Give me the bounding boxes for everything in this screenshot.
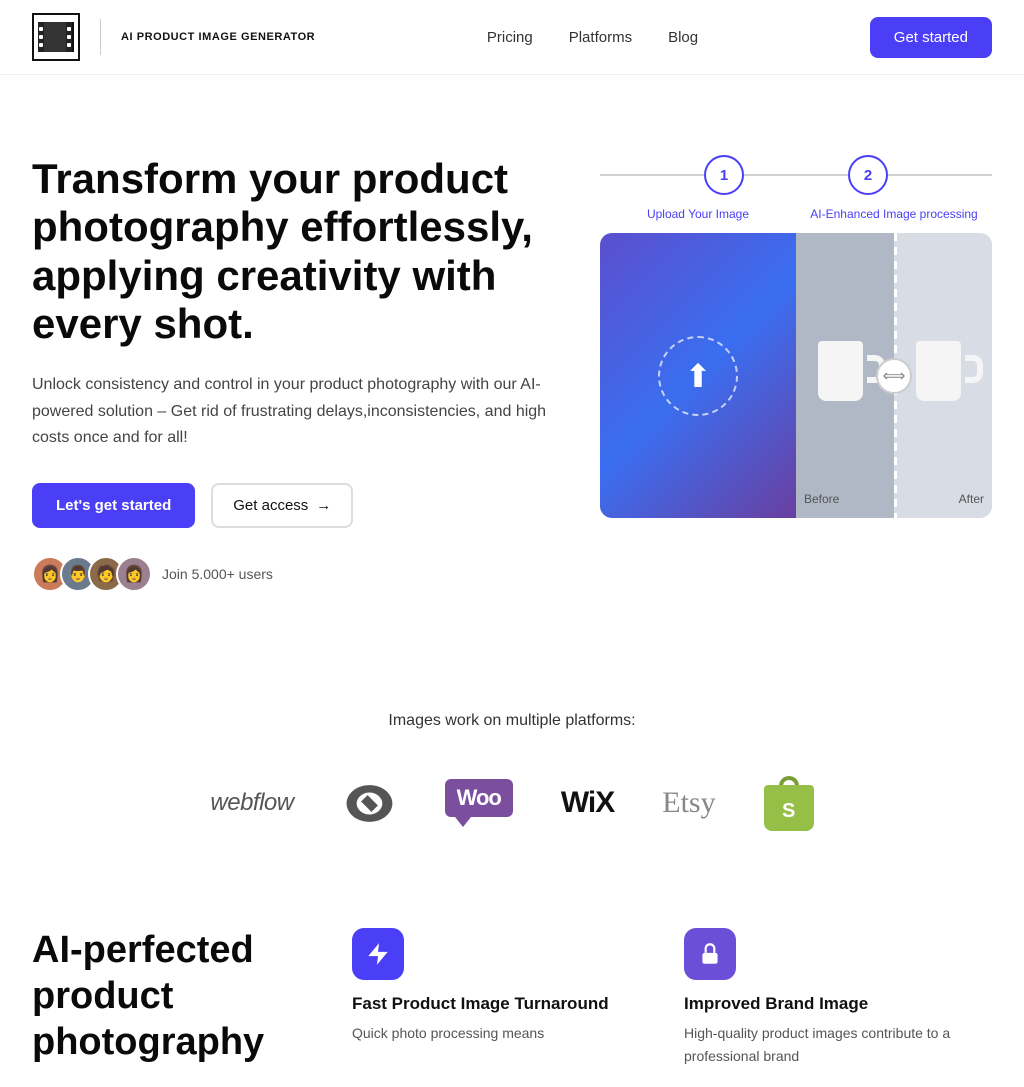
etsy-logo: Etsy — [662, 778, 715, 828]
hero-buttons: Let's get started Get access → — [32, 483, 560, 528]
demo-container: 1 2 Upload Your Image AI-Enhanced Image … — [600, 155, 992, 518]
mug-handle-after — [965, 355, 983, 383]
result-panel: Before ⟺ After — [796, 233, 992, 518]
etsy-text: Etsy — [662, 786, 715, 820]
mug-after — [916, 341, 971, 411]
features-left: AI-perfected product photography — [32, 928, 320, 1065]
nav-divider — [100, 19, 101, 55]
hero-demo: 1 2 Upload Your Image AI-Enhanced Image … — [600, 155, 992, 518]
lock-icon — [697, 941, 723, 967]
navbar: AI PRODUCT IMAGE GENERATOR Pricing Platf… — [0, 0, 1024, 75]
step-labels: Upload Your Image AI-Enhanced Image proc… — [600, 207, 992, 221]
logo-icon — [32, 13, 80, 61]
lightning-icon — [365, 941, 391, 967]
platforms-section: Images work on multiple platforms: webfl… — [0, 652, 1024, 868]
demo-panels: ⬆ Before ⟺ — [600, 233, 992, 518]
step-2-label: AI-Enhanced Image processing — [796, 207, 992, 221]
feature-1-title: Fast Product Image Turnaround — [352, 994, 660, 1014]
feature-2-title: Improved Brand Image — [684, 994, 992, 1014]
lets-get-started-button[interactable]: Let's get started — [32, 483, 195, 528]
hero-section: Transform your product photography effor… — [0, 75, 1024, 652]
shopify-s: S — [782, 800, 795, 823]
brand-name: AI PRODUCT IMAGE GENERATOR — [121, 31, 315, 43]
feature-2-desc: High-quality product images contribute t… — [684, 1022, 992, 1067]
get-access-label: Get access — [233, 497, 308, 514]
hero-description: Unlock consistency and control in your p… — [32, 372, 560, 451]
mug-body-after — [916, 341, 961, 401]
nav-blog[interactable]: Blog — [668, 29, 698, 46]
webflow-logo: webflow — [210, 778, 293, 828]
webflow-text: webflow — [210, 789, 293, 817]
feature-card-1: Fast Product Image Turnaround Quick phot… — [352, 928, 660, 1067]
step-2-circle: 2 — [848, 155, 888, 195]
woocommerce-logo: Woo — [445, 778, 513, 828]
woo-box: Woo — [445, 779, 513, 817]
nav-platforms[interactable]: Platforms — [569, 29, 632, 46]
wix-logo: WiX — [561, 778, 614, 828]
get-access-button[interactable]: Get access → — [211, 483, 353, 528]
step-line-middle — [744, 174, 848, 176]
platforms-label: Images work on multiple platforms: — [32, 712, 992, 730]
nav-logo: AI PRODUCT IMAGE GENERATOR — [32, 13, 315, 61]
upload-panel: ⬆ — [600, 233, 796, 518]
nav-cta-button[interactable]: Get started — [870, 17, 992, 58]
woo-tail — [455, 817, 471, 827]
feature-2-icon — [684, 928, 736, 980]
step-line-right — [888, 174, 992, 176]
nav-links: Pricing Platforms Blog — [487, 29, 698, 46]
upload-icon: ⬆ — [685, 357, 712, 395]
avatar: 👩 — [116, 556, 152, 592]
platforms-logos: webflow Woo WiX Etsy — [32, 778, 992, 828]
join-count: Join 5.000+ users — [162, 566, 273, 582]
nav-pricing[interactable]: Pricing — [487, 29, 533, 46]
feature-1-desc: Quick photo processing means — [352, 1022, 660, 1044]
feature-1-icon — [352, 928, 404, 980]
step-1-circle: 1 — [704, 155, 744, 195]
shopify-body: S — [764, 785, 814, 831]
mug-before — [818, 341, 873, 411]
hero-left: Transform your product photography effor… — [32, 155, 560, 592]
avatar-group: 👩 👨 🧑 👩 — [32, 556, 152, 592]
before-label: Before — [804, 492, 839, 506]
shopify-bag: S — [764, 776, 814, 831]
features-section: AI-perfected product photography Fast Pr… — [0, 868, 1024, 1087]
arrow-icon: → — [316, 497, 331, 514]
squarespace-icon — [342, 776, 397, 831]
step-line-left — [600, 174, 704, 176]
features-title: AI-perfected product photography — [32, 928, 320, 1065]
upload-circle: ⬆ — [658, 336, 738, 416]
hero-title: Transform your product photography effor… — [32, 155, 560, 348]
mug-body — [818, 341, 863, 401]
wix-text: WiX — [561, 786, 614, 820]
divider-handle[interactable]: ⟺ — [876, 358, 912, 394]
features-cards: Fast Product Image Turnaround Quick phot… — [352, 928, 992, 1067]
demo-steps: 1 2 — [600, 155, 992, 195]
hero-users: 👩 👨 🧑 👩 Join 5.000+ users — [32, 556, 560, 592]
step-1-label: Upload Your Image — [600, 207, 796, 221]
after-label: After — [959, 492, 984, 506]
feature-card-2: Improved Brand Image High-quality produc… — [684, 928, 992, 1067]
shopify-logo: S — [764, 778, 814, 828]
woo-container: Woo — [445, 779, 513, 827]
squarespace-logo — [342, 778, 397, 828]
